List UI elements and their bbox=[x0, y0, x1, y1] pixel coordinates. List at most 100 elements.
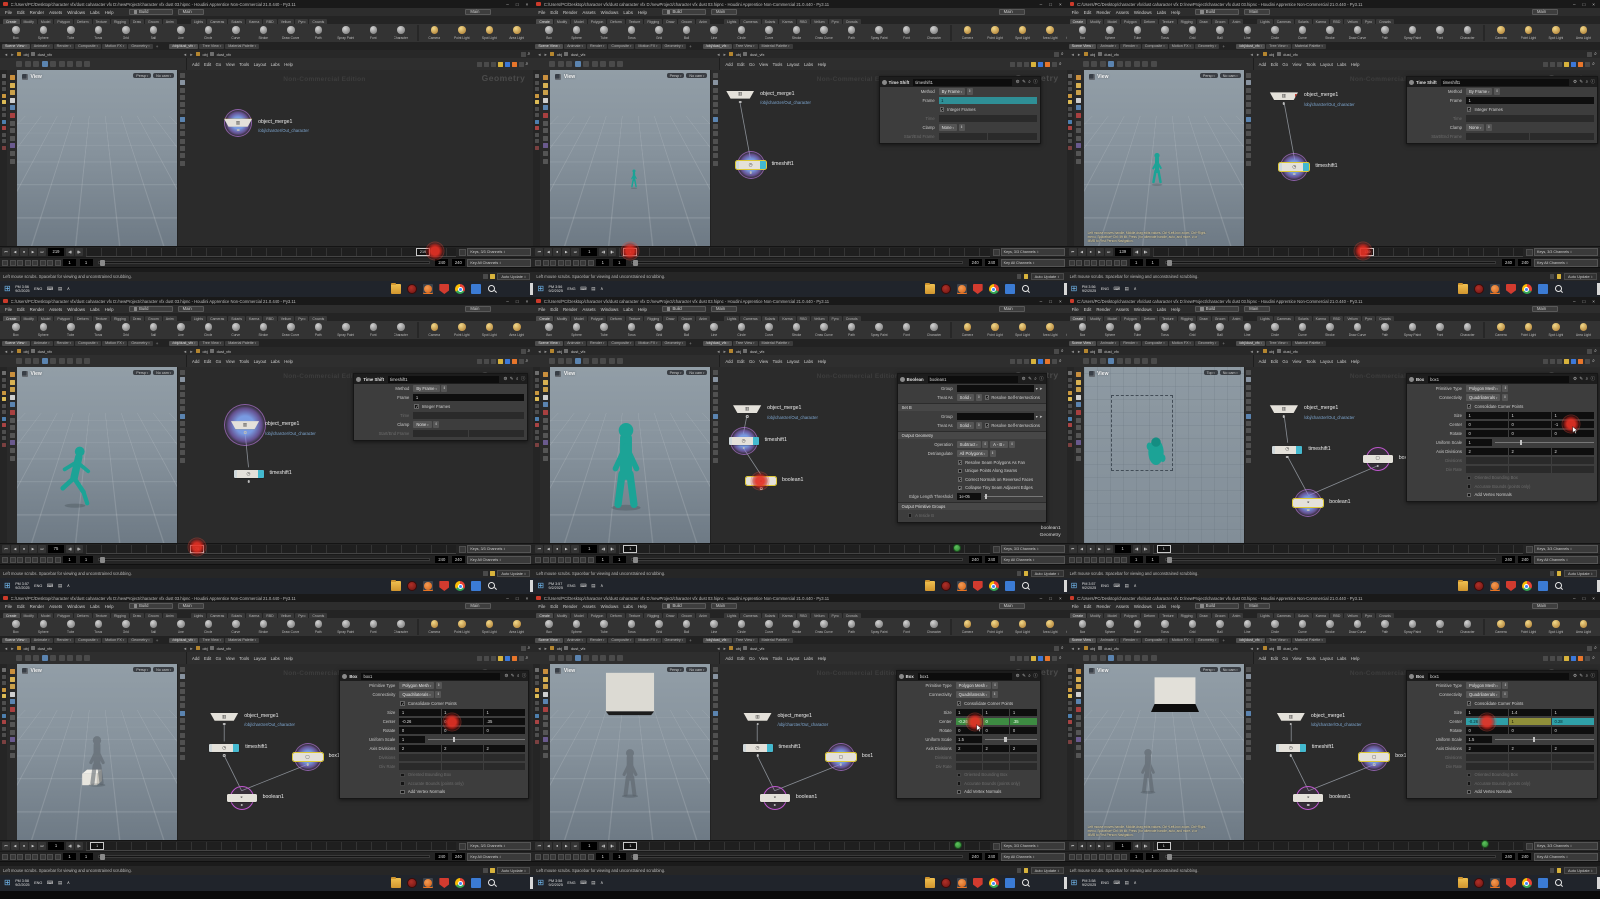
playback-option-icon[interactable] bbox=[543, 260, 549, 266]
menu-windows[interactable]: Windows bbox=[601, 10, 619, 15]
viewport-tool-icon[interactable] bbox=[1134, 358, 1140, 364]
playback-option-icon[interactable] bbox=[17, 557, 23, 563]
value-field[interactable]: 0 bbox=[1466, 421, 1508, 428]
menu-edit[interactable]: Edit bbox=[550, 307, 558, 312]
display-option-icon[interactable] bbox=[1246, 73, 1251, 78]
left-toolbar-icon[interactable] bbox=[2, 707, 6, 711]
pane-tab[interactable]: Geometry bbox=[128, 638, 153, 643]
display-option-icon[interactable] bbox=[180, 667, 185, 672]
viewport-3d[interactable]: ViewPerspNo camLeft mouse moves handle. … bbox=[1084, 664, 1244, 840]
radial-menu-selector[interactable]: Main bbox=[465, 603, 491, 610]
shelf-tool[interactable]: Character bbox=[1454, 322, 1482, 338]
value-field[interactable]: 1 bbox=[399, 736, 425, 743]
playback-option-icon[interactable] bbox=[1091, 854, 1097, 860]
viewport-tool-icon[interactable] bbox=[600, 358, 606, 364]
display-option-icon[interactable] bbox=[1246, 139, 1251, 144]
viewport-tool-icon[interactable] bbox=[59, 655, 65, 661]
network-toolbar-icon[interactable] bbox=[1557, 359, 1562, 364]
display-option-icon[interactable] bbox=[713, 109, 718, 114]
back-icon[interactable]: ◄ bbox=[716, 349, 720, 354]
viewport-side-icon[interactable] bbox=[1076, 83, 1081, 88]
viewport-side-icon[interactable] bbox=[1076, 737, 1081, 742]
network-menu-help[interactable]: Help bbox=[1351, 62, 1360, 67]
shelf-tool[interactable]: Box bbox=[2, 25, 30, 41]
viewport-3d[interactable]: ViewPerspNo cam bbox=[550, 664, 710, 840]
shelf-tool[interactable]: Ball bbox=[140, 619, 168, 635]
viewport-3d[interactable]: ViewPerspNo cam bbox=[550, 367, 710, 543]
viewport-tool-icon[interactable] bbox=[1108, 61, 1114, 67]
viewport-tool-icon[interactable] bbox=[50, 655, 56, 661]
pane-tab[interactable]: Animate bbox=[31, 341, 53, 346]
shelf-tool[interactable]: Point Light bbox=[981, 619, 1009, 635]
pin-icon[interactable]: ✎ bbox=[1028, 376, 1032, 382]
houdini-taskbar-icon[interactable] bbox=[423, 878, 433, 888]
viewport-side-icon[interactable] bbox=[543, 113, 548, 118]
playback-option-icon[interactable] bbox=[1076, 557, 1082, 563]
node-body[interactable]: ▢ bbox=[293, 753, 323, 761]
add-pane-tab-button[interactable]: + bbox=[1220, 44, 1227, 49]
security-app-icon[interactable] bbox=[973, 581, 983, 591]
shelf-tool[interactable]: Tube bbox=[1124, 322, 1152, 338]
pane-tab[interactable]: Material Palette bbox=[759, 638, 793, 643]
left-toolbar-icon[interactable] bbox=[1068, 113, 1072, 117]
main-pane-selector[interactable]: Main bbox=[1244, 306, 1270, 313]
display-option-icon[interactable] bbox=[1246, 682, 1251, 687]
viewport-tool-icon[interactable] bbox=[583, 61, 589, 67]
menu-help[interactable]: Help bbox=[638, 10, 647, 15]
display-option-icon[interactable] bbox=[180, 682, 185, 687]
current-frame-field[interactable]: 1 bbox=[1115, 842, 1131, 850]
shelf-tool[interactable]: Path bbox=[838, 619, 866, 635]
slider-handle[interactable] bbox=[1004, 737, 1007, 742]
node-body[interactable]: ◷ bbox=[729, 437, 759, 445]
network-menu-labs[interactable]: Labs bbox=[1337, 62, 1346, 67]
value-field[interactable]: 1 bbox=[1466, 439, 1492, 446]
play-button[interactable]: ▶ bbox=[562, 248, 570, 256]
display-option-icon[interactable] bbox=[713, 689, 718, 694]
keys-channels-button[interactable]: Keys, 3/3 Channels bbox=[1534, 248, 1598, 256]
language-indicator[interactable]: ENG bbox=[34, 584, 42, 588]
network-toolbar-icon[interactable] bbox=[1585, 359, 1590, 364]
shelf-tool[interactable]: Tube bbox=[1124, 619, 1152, 635]
range-end-field[interactable]: 240 bbox=[1502, 259, 1515, 267]
timeline[interactable]: 1 bbox=[619, 248, 989, 257]
network-toolbar-icon[interactable] bbox=[505, 62, 510, 67]
pane-tab[interactable]: Tree View bbox=[1266, 341, 1291, 346]
checkbox[interactable]: ✓ bbox=[958, 486, 963, 491]
spinner-control[interactable]: ⇕ bbox=[992, 691, 998, 698]
shelf-tool[interactable]: Point Light bbox=[1515, 322, 1543, 338]
tray-expand-icon[interactable]: ∧ bbox=[67, 286, 70, 292]
shelf-tool[interactable]: Spray Paint bbox=[1399, 25, 1427, 41]
houdini-taskbar-icon[interactable] bbox=[957, 878, 967, 888]
search-icon[interactable]: ⌕ bbox=[1028, 673, 1030, 679]
radial-menu-selector[interactable]: Main bbox=[1532, 9, 1558, 16]
network-menu-layout[interactable]: Layout bbox=[254, 359, 267, 364]
viewport-tool-icon[interactable] bbox=[76, 655, 82, 661]
forward-icon[interactable]: ► bbox=[1077, 349, 1081, 354]
checkbox[interactable] bbox=[1467, 493, 1472, 498]
spinner-control[interactable]: ⇕ bbox=[1502, 394, 1508, 401]
network-menu-go[interactable]: Go bbox=[749, 359, 755, 364]
path-node[interactable]: dust_vfx bbox=[750, 349, 765, 354]
display-option-icon[interactable] bbox=[713, 725, 718, 730]
network-menu-layout[interactable]: Layout bbox=[254, 62, 267, 67]
tray-expand-icon[interactable]: ∧ bbox=[1133, 286, 1136, 292]
mail-app-icon[interactable] bbox=[471, 284, 481, 294]
range-slider[interactable] bbox=[98, 261, 430, 265]
shelf-tool[interactable]: Character bbox=[1454, 25, 1482, 41]
pane-tab[interactable]: Material Palette bbox=[759, 341, 793, 346]
playback-option-icon[interactable] bbox=[32, 557, 38, 563]
value-field[interactable]: 1 bbox=[1466, 97, 1594, 104]
search-icon[interactable]: ⌕ bbox=[526, 656, 529, 661]
display-option-icon[interactable] bbox=[1246, 102, 1251, 107]
keys-channels-button[interactable]: Keys, 3/3 Channels bbox=[467, 545, 531, 553]
viewport-side-icon[interactable] bbox=[543, 456, 548, 461]
dropdown-arrow-icon[interactable]: ▾ bbox=[1036, 414, 1038, 419]
playback-option-icon[interactable] bbox=[55, 854, 61, 860]
viewport-tool-icon[interactable] bbox=[583, 358, 589, 364]
path-root[interactable]: obj bbox=[202, 349, 207, 354]
pane-tab[interactable]: Material Palette bbox=[225, 341, 259, 346]
display-option-icon[interactable] bbox=[180, 161, 185, 166]
range-start-field[interactable]: 1 bbox=[63, 556, 76, 564]
network-toolbar-icon[interactable] bbox=[477, 656, 482, 661]
shelf-tool[interactable]: Stroke bbox=[250, 322, 278, 338]
